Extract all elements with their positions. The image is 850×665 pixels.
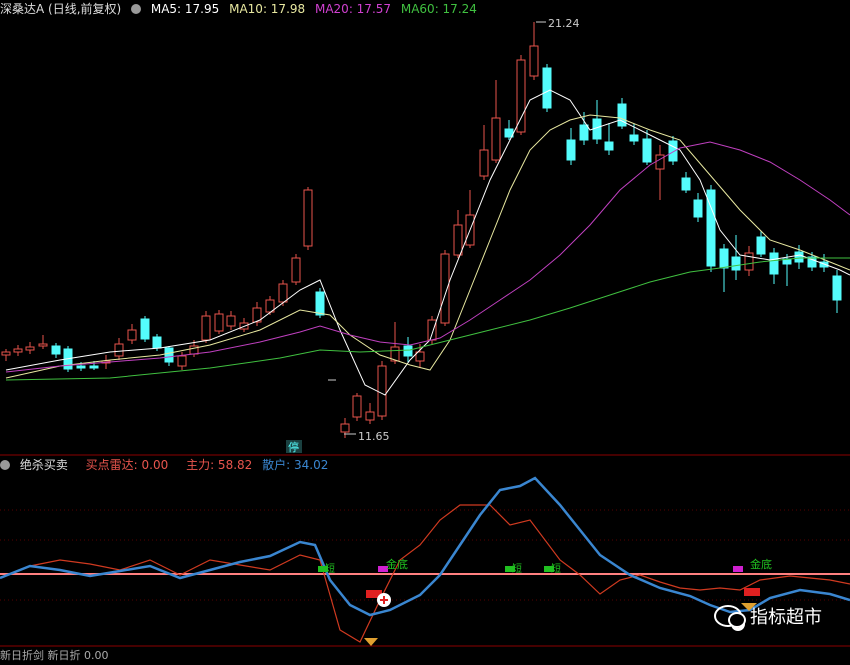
- low-annotation: 11.65: [344, 430, 390, 443]
- candle: [377, 361, 387, 420]
- candle: [453, 210, 463, 258]
- shortline-label: 短: [551, 562, 561, 575]
- candle: [38, 335, 48, 349]
- candle: [617, 98, 627, 129]
- candle: [529, 22, 539, 80]
- retail-line: [0, 476, 850, 617]
- candle: [140, 316, 150, 342]
- high-annotation: 21.24: [536, 17, 580, 30]
- candle: [164, 346, 174, 366]
- candle: [291, 254, 301, 285]
- candle: [655, 145, 665, 200]
- low-label: 11.65: [358, 430, 390, 443]
- candle: [278, 280, 288, 306]
- candle: [693, 193, 703, 222]
- moving-averages: [5, 89, 850, 396]
- candle: [756, 231, 766, 257]
- buy-marker: [744, 588, 760, 596]
- candle: [706, 185, 716, 272]
- candle: [1, 349, 11, 361]
- chart-canvas[interactable]: 21.24 11.65 停 短 金底 短 短 金底: [0, 0, 850, 657]
- wechat-icon: [714, 605, 746, 628]
- candle: [365, 403, 375, 424]
- candle: [592, 100, 602, 144]
- jindi-label: 金底: [750, 557, 772, 571]
- candle: [114, 338, 124, 360]
- candle: [340, 418, 350, 438]
- candle: [769, 248, 779, 284]
- high-label: 21.24: [548, 17, 580, 30]
- candle: [201, 311, 211, 343]
- candle: [681, 172, 691, 193]
- candle: [744, 246, 754, 276]
- candle: [13, 345, 23, 356]
- ma-line: [5, 257, 850, 381]
- candle: [25, 342, 35, 354]
- candle: [214, 310, 224, 334]
- candle: [226, 311, 236, 330]
- candle: [51, 343, 61, 358]
- diamond-icon: [364, 638, 378, 646]
- candlesticks: [1, 22, 842, 438]
- candle: [127, 324, 137, 344]
- jindi-label: 金底: [386, 557, 408, 571]
- ma-line: [5, 89, 850, 396]
- candle: [465, 190, 475, 248]
- candle: [731, 235, 741, 280]
- candle: [604, 123, 614, 155]
- candle: [542, 64, 552, 112]
- candle: [832, 270, 842, 313]
- candle: [479, 125, 489, 180]
- candle: [352, 393, 362, 421]
- shortline-label: 短: [325, 562, 335, 575]
- watermark: 指标超市: [714, 603, 822, 629]
- indicator-gridlines: [0, 509, 850, 601]
- suspend-label: 停: [288, 440, 299, 454]
- candle: [491, 80, 501, 163]
- shortline-label: 短: [512, 562, 522, 575]
- candle: [303, 187, 313, 250]
- jindi-marker: [733, 566, 743, 572]
- watermark-text: 指标超市: [750, 607, 822, 628]
- candle: [566, 128, 576, 165]
